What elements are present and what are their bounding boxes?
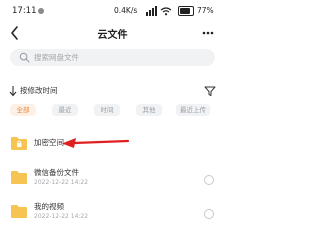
filter-icon[interactable] [204,85,216,97]
filter-chip-time[interactable]: 时间 [94,104,120,116]
file-name: 我的视频 [34,202,64,211]
header: 云文件 [0,22,225,44]
page-title: 云文件 [97,30,128,41]
battery-icon [178,6,194,16]
select-circle-icon[interactable] [204,209,214,219]
annotation-arrow-icon [62,138,130,148]
sort-row: 按修改时间 [0,84,225,98]
sort-arrow-icon[interactable] [8,85,18,97]
filter-chip-other[interactable]: 其他 [136,104,162,116]
list-item[interactable]: 我的视频 2022-12-22 14:22 [0,199,225,229]
status-time: 17:11 [12,6,37,16]
file-meta: 2022-12-22 14:22 [34,213,89,220]
sort-label[interactable]: 按修改时间 [20,85,58,96]
search-icon [19,52,30,63]
folder-icon [11,171,27,184]
filter-chip-recent[interactable]: 最近 [52,104,78,116]
file-meta: 2022-12-22 14:22 [34,179,89,186]
file-name: 微信备份文件 [34,168,79,177]
more-icon[interactable] [201,25,215,41]
select-circle-icon[interactable] [204,175,214,185]
network-speed: 0.4K/s [114,6,138,15]
list-item[interactable]: 微信备份文件 2022-12-22 14:22 [0,165,225,195]
battery-percent: 77% [197,6,214,15]
status-bar: 17:11 0.4K/s 77% [0,0,225,22]
filter-chips: 全部 最近 时间 其他 最近上传 [0,104,225,118]
filter-chip-all[interactable]: 全部 [10,104,36,116]
filter-chip-recent-upload[interactable]: 最近上传 [176,104,210,116]
folder-icon [11,205,27,218]
locked-folder-icon [11,137,27,150]
search-placeholder: 搜索网盘文件 [34,53,79,62]
notification-dot-icon [38,8,44,14]
search-input[interactable]: 搜索网盘文件 [10,49,215,66]
signal-wifi-icon [146,6,172,16]
